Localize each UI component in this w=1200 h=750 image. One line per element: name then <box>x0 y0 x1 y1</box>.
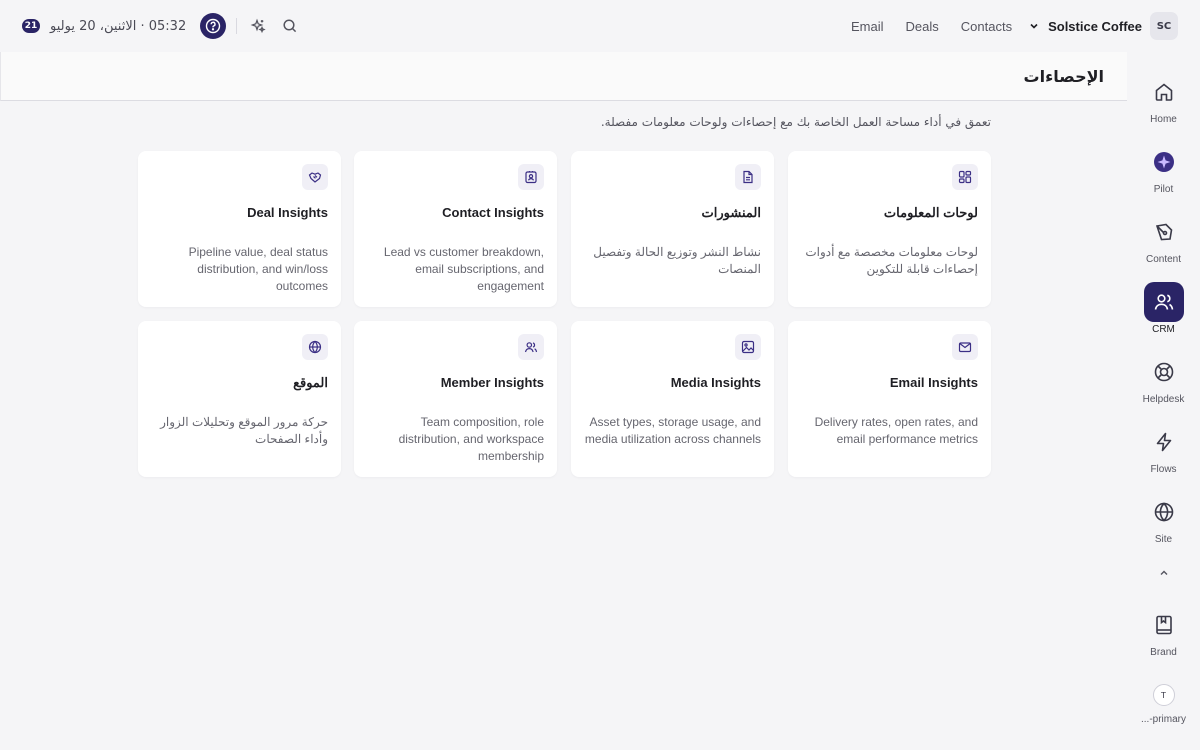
home-icon <box>1144 72 1184 112</box>
notification-badge[interactable]: 21 <box>22 19 40 33</box>
pilot-icon <box>1144 142 1184 182</box>
users-icon <box>1143 282 1184 322</box>
sidebar-label: Site <box>1154 534 1173 545</box>
card-posts[interactable]: المنشورات نشاط النشر وتوزيع الحالة وتفصي… <box>571 151 774 307</box>
sidebar-label: Brand <box>1150 647 1177 658</box>
card-description: Lead vs customer breakdown, email subscr… <box>383 245 544 293</box>
card-title: المنشورات <box>701 205 761 220</box>
card-description: Pipeline value, deal status distribution… <box>188 245 328 293</box>
sidebar-item-helpdesk[interactable]: Helpdesk <box>1127 352 1200 405</box>
chevron-up-icon <box>1160 570 1167 575</box>
card-title: الموقع <box>293 375 328 390</box>
sidebar-item-brand[interactable]: Brand <box>1127 605 1200 658</box>
image-icon <box>735 334 761 360</box>
profile-avatar: T <box>1152 684 1175 706</box>
card-title: Email Insights <box>889 375 978 390</box>
datetime-display: 05:32 · الاثنين، 20 يوليو <box>50 18 187 34</box>
sidebar-label: Home <box>1150 114 1177 125</box>
dashboard-icon <box>952 164 978 190</box>
profile-label: ...-primary <box>1141 714 1186 725</box>
search-button[interactable] <box>279 15 301 37</box>
card-dashboards[interactable]: لوحات المعلومات لوحات معلومات مخصصة مع أ… <box>788 151 991 307</box>
card-description: حركة مرور الموقع وتحليلات الزوار وأداء ا… <box>160 415 328 446</box>
pen-icon <box>1144 212 1184 252</box>
workspace-name[interactable]: Solstice Coffee <box>1048 19 1142 34</box>
card-member-insights[interactable]: Member Insights Team composition, role d… <box>354 321 557 477</box>
users-icon <box>518 334 544 360</box>
nav-contacts[interactable]: Contacts <box>961 19 1012 34</box>
bolt-icon <box>1144 422 1184 462</box>
sidebar-label: Content <box>1145 254 1182 265</box>
workspace-avatar[interactable]: SC <box>1150 12 1178 40</box>
search-icon <box>283 19 297 33</box>
card-title: Deal Insights <box>247 205 328 220</box>
sidebar-item-flows[interactable]: Flows <box>1127 422 1200 475</box>
sidebar-label: Helpdesk <box>1142 394 1185 405</box>
card-title: Media Insights <box>670 375 761 390</box>
card-email-insights[interactable]: Email Insights Delivery rates, open rate… <box>788 321 991 477</box>
sidebar-collapse-toggle[interactable] <box>1127 567 1200 579</box>
sidebar-label: CRM <box>1152 324 1175 335</box>
sidebar-label: Pilot <box>1153 184 1174 195</box>
nav-deals[interactable]: Deals <box>906 19 939 34</box>
card-description: نشاط النشر وتوزيع الحالة وتفصيل المنصات <box>593 245 761 276</box>
sidebar-item-pilot[interactable]: Pilot <box>1127 142 1200 195</box>
card-title: لوحات المعلومات <box>883 205 978 220</box>
sidebar-label: Flows <box>1150 464 1177 475</box>
help-button[interactable] <box>200 13 227 39</box>
sidebar-item-content[interactable]: Content <box>1127 212 1200 265</box>
handshake-icon <box>302 164 328 190</box>
nav-email[interactable]: Email <box>851 19 884 34</box>
right-sidebar: Home Pilot Content CRM Helpdesk Flows Si… <box>1127 52 1200 750</box>
top-bar-left: 21 05:32 · الاثنين، 20 يوليو <box>22 0 301 52</box>
book-icon <box>1144 605 1184 645</box>
document-icon <box>735 164 761 190</box>
globe-icon <box>302 334 328 360</box>
workspace-dropdown[interactable] <box>1028 20 1040 32</box>
page-title: الإحصاءات <box>1023 66 1104 86</box>
lifebuoy-icon <box>1144 352 1184 392</box>
contact-card-icon <box>518 164 544 190</box>
mail-icon <box>952 334 978 360</box>
card-contact-insights[interactable]: Contact Insights Lead vs customer breakd… <box>354 151 557 307</box>
sparkle-icon <box>250 18 266 34</box>
card-description: Asset types, storage usage, and media ut… <box>584 415 761 446</box>
card-title: Contact Insights <box>442 205 544 220</box>
card-title: Member Insights <box>440 375 544 390</box>
page-description: تعمق في أداء مساحة العمل الخاصة بك مع إح… <box>600 115 991 129</box>
card-description: Delivery rates, open rates, and email pe… <box>814 415 978 446</box>
card-description: لوحات معلومات مخصصة مع أدوات إحصاءات قاب… <box>805 245 978 276</box>
card-deal-insights[interactable]: Deal Insights Pipeline value, deal statu… <box>138 151 341 307</box>
main-panel: الإحصاءات تعمق في أداء مساحة العمل الخاص… <box>0 52 1127 750</box>
card-site[interactable]: الموقع حركة مرور الموقع وتحليلات الزوار … <box>138 321 341 477</box>
sidebar-profile[interactable]: T ...-primary <box>1127 684 1200 725</box>
card-media-insights[interactable]: Media Insights Asset types, storage usag… <box>571 321 774 477</box>
page-header: الإحصاءات <box>0 52 1127 101</box>
divider <box>236 18 238 34</box>
top-bar: 21 05:32 · الاثنين، 20 يوليو Email Deals… <box>0 0 1200 52</box>
sidebar-item-home[interactable]: Home <box>1127 72 1200 125</box>
question-icon <box>206 18 221 34</box>
top-bar-right: Email Deals Contacts Solstice Coffee SC <box>851 0 1178 52</box>
globe-icon <box>1144 492 1184 532</box>
sidebar-item-site[interactable]: Site <box>1127 492 1200 545</box>
sidebar-item-crm[interactable]: CRM <box>1127 282 1200 335</box>
ai-sparkle-button[interactable] <box>247 15 269 37</box>
chevron-down-icon <box>1030 23 1038 29</box>
card-description: Team composition, role distribution, and… <box>398 415 544 463</box>
